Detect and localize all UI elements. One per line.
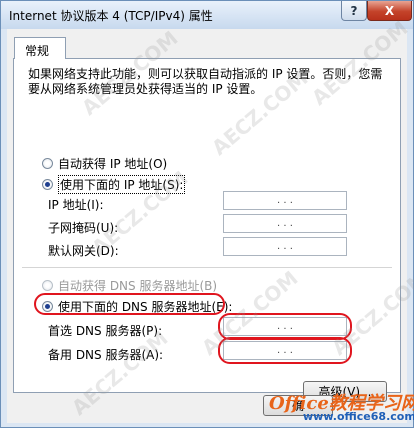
- ip-auto-option[interactable]: 自动获得 IP 地址(O): [42, 155, 167, 172]
- tab-label: 常规: [25, 44, 50, 58]
- help-button[interactable]: ?: [341, 1, 367, 21]
- ip-manual-radio[interactable]: [42, 179, 53, 190]
- ip-auto-label: 自动获得 IP 地址(O): [58, 157, 168, 171]
- ip-manual-option[interactable]: 使用下面的 IP 地址(S):: [42, 175, 186, 194]
- dns-option-highlight: [34, 293, 225, 315]
- dns-auto-option[interactable]: 自动获得 DNS 服务器地址(B): [42, 277, 217, 294]
- ip-manual-label: 使用下面的 IP 地址(S):: [58, 175, 186, 194]
- ip-auto-radio[interactable]: [42, 158, 53, 169]
- help-icon: ?: [350, 3, 358, 18]
- ip-address-input[interactable]: . . .: [223, 191, 347, 210]
- section-divider: [22, 267, 392, 268]
- default-gateway-input[interactable]: . . .: [223, 237, 347, 256]
- tab-general[interactable]: 常规: [14, 37, 66, 59]
- dns-auto-radio[interactable]: [42, 280, 53, 291]
- preferred-dns-label: 首选 DNS 服务器(P):: [48, 324, 163, 338]
- close-icon: X: [384, 3, 395, 18]
- brand-url: www.office68.com: [303, 410, 414, 423]
- window-title: Internet 协议版本 4 (TCP/IPv4) 属性: [9, 9, 213, 23]
- subnet-mask-input[interactable]: . . .: [223, 214, 347, 233]
- dns-auto-label: 自动获得 DNS 服务器地址(B): [58, 279, 218, 293]
- default-gateway-label: 默认网关(D):: [48, 244, 119, 258]
- alternate-dns-label: 备用 DNS 服务器(A):: [48, 348, 164, 362]
- dialog-window: Internet 协议版本 4 (TCP/IPv4) 属性 ? X 常规 如果网…: [0, 0, 414, 428]
- dialog-body: 常规 如果网络支持此功能，则可以获取自动指派的 IP 设置。否则，您需要从网络系…: [7, 29, 407, 423]
- close-button[interactable]: X: [367, 1, 412, 21]
- description-text: 如果网络支持此功能，则可以获取自动指派的 IP 设置。否则，您需要从网络系统管理…: [28, 67, 383, 96]
- subnet-mask-label: 子网掩码(U):: [48, 221, 119, 235]
- alternate-dns-highlight: [218, 337, 352, 364]
- title-bar[interactable]: Internet 协议版本 4 (TCP/IPv4) 属性 ? X: [1, 1, 413, 29]
- preferred-dns-highlight: [218, 313, 352, 340]
- default-gateway-dots: . . .: [277, 241, 293, 252]
- ip-address-dots: . . .: [277, 195, 293, 206]
- ip-address-label: IP 地址(I):: [48, 198, 104, 212]
- general-panel: 如果网络支持此功能，则可以获取自动指派的 IP 设置。否则，您需要从网络系统管理…: [13, 58, 401, 402]
- subnet-mask-dots: . . .: [277, 218, 293, 229]
